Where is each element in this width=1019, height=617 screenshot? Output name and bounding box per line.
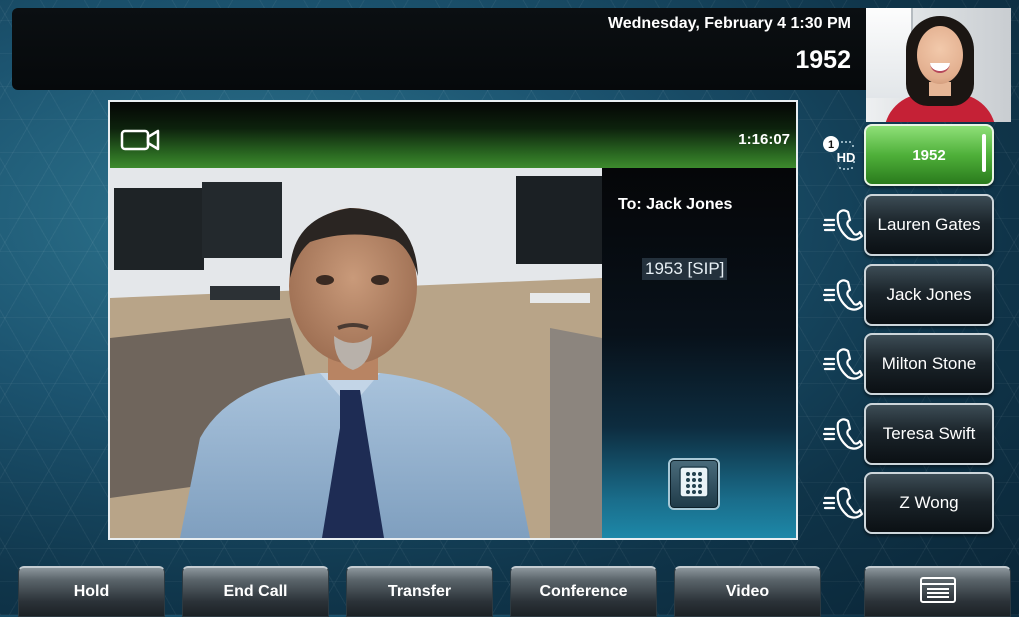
- active-call-window: 1:16:07 To: Jack Jones 1953 [SIP]: [108, 100, 798, 540]
- line-row-milton-stone: Milton Stone: [820, 333, 1015, 395]
- hd-audio-icon: 1 HD: [822, 134, 862, 176]
- conference-button[interactable]: Conference: [510, 566, 657, 617]
- handset-icon: [822, 276, 864, 317]
- handset-icon: [822, 484, 864, 525]
- video-button[interactable]: Video: [674, 566, 821, 617]
- handset-icon: [822, 415, 864, 456]
- line-key-label: Z Wong: [899, 493, 959, 512]
- line-row-teresa-swift: Teresa Swift: [820, 403, 1015, 465]
- line-key-1952[interactable]: 1952: [864, 124, 994, 186]
- handset-icon: [822, 206, 864, 247]
- line-key-lauren-gates[interactable]: Lauren Gates: [864, 194, 994, 256]
- line-key-label: Jack Jones: [886, 285, 972, 304]
- transfer-button[interactable]: Transfer: [346, 566, 493, 617]
- handset-icon: [822, 345, 864, 386]
- line-row-jack-jones: Jack Jones: [820, 264, 1015, 326]
- call-number: 1953 [SIP]: [642, 258, 728, 280]
- line-key-milton-stone[interactable]: Milton Stone: [864, 333, 994, 395]
- line-row-z-wong: Z Wong: [820, 472, 1015, 534]
- line-key-label: Lauren Gates: [877, 215, 981, 234]
- line-key-label: Teresa Swift: [882, 424, 976, 443]
- end-call-button[interactable]: End Call: [182, 566, 329, 617]
- line-key-teresa-swift[interactable]: Teresa Swift: [864, 403, 994, 465]
- call-header: 1:16:07: [110, 102, 796, 168]
- call-recipient: To: Jack Jones: [618, 196, 733, 213]
- active-line-indicator: [982, 134, 986, 172]
- dialpad-button[interactable]: [668, 458, 720, 510]
- soft-key-bar: Hold End Call Transfer Conference Video: [0, 566, 1019, 617]
- remote-video: [110, 168, 602, 538]
- hold-button[interactable]: Hold: [18, 566, 165, 617]
- own-extension: 1952: [795, 46, 851, 74]
- line-row-1952: 1 HD 1952: [820, 124, 1015, 186]
- menu-list-icon: [919, 576, 957, 609]
- svg-text:1: 1: [828, 139, 834, 151]
- dialpad-icon: [679, 465, 709, 503]
- video-camera-icon: [120, 128, 162, 157]
- line-key-jack-jones[interactable]: Jack Jones: [864, 264, 994, 326]
- status-bar: Wednesday, February 4 1:30 PM 1952: [12, 8, 867, 90]
- line-key-label: Milton Stone: [881, 354, 977, 373]
- menu-button[interactable]: [864, 566, 1011, 617]
- line-key-z-wong[interactable]: Z Wong: [864, 472, 994, 534]
- line-key-label: 1952: [912, 146, 946, 164]
- svg-text:HD: HD: [837, 150, 856, 165]
- date-time: Wednesday, February 4 1:30 PM: [607, 15, 851, 32]
- call-timer: 1:16:07: [738, 131, 790, 148]
- call-info-panel: To: Jack Jones 1953 [SIP]: [602, 168, 796, 538]
- self-view-video[interactable]: [866, 8, 1011, 122]
- line-row-lauren-gates: Lauren Gates: [820, 194, 1015, 256]
